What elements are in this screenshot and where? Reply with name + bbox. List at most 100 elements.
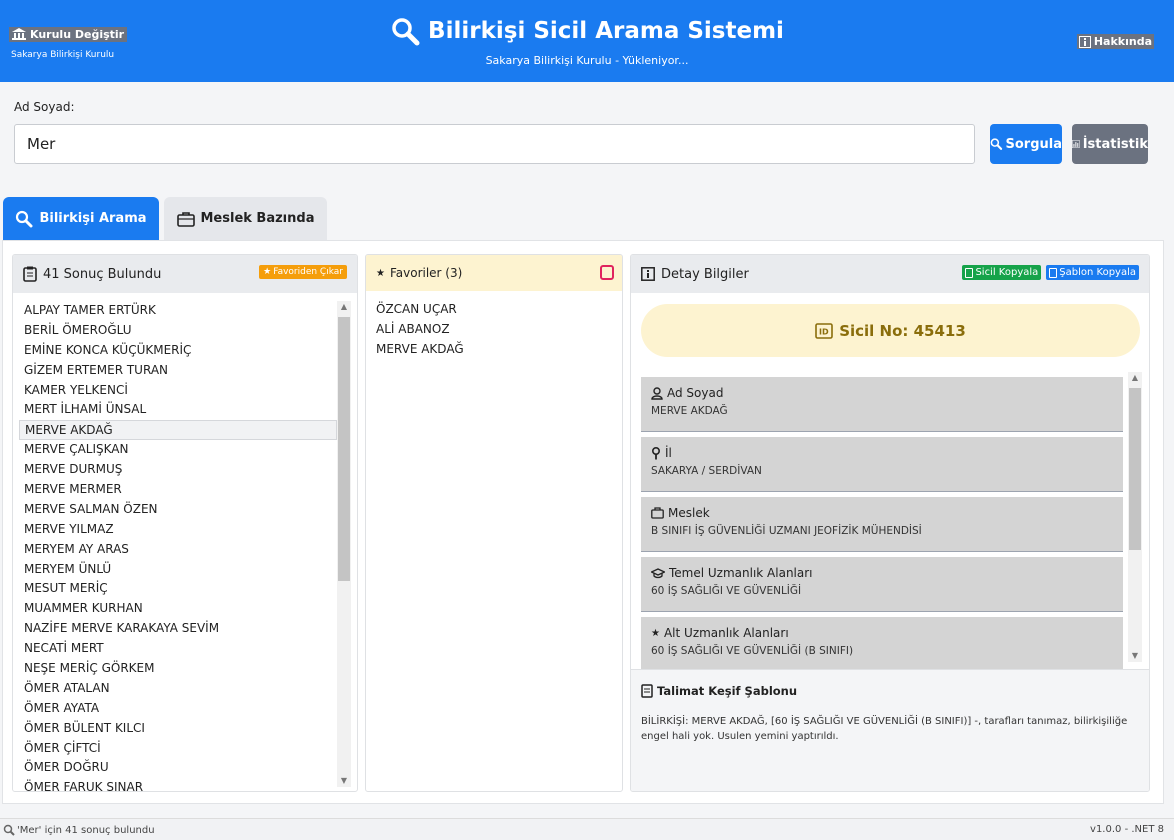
template-text[interactable]: BİLİRKİŞİ: MERVE AKDAĞ, [60 İŞ SAĞLIĞI V… <box>641 714 1141 744</box>
query-button[interactable]: Sorgula <box>990 124 1062 164</box>
detail-fields: Ad Soyad MERVE AKDAĞ İl SAKARYA / SERDİVAN M… <box>641 377 1123 677</box>
remove-favorite-label: Favoriden Çıkar <box>273 267 343 277</box>
result-list-item[interactable]: ÖMER FARUK SINAR <box>19 778 337 791</box>
results-panel: 41 Sonuç Bulundu ★ Favoriden Çıkar ALPAY… <box>12 254 358 792</box>
detail-field-card: ★ Alt Uzmanlık Alanları 60 İŞ SAĞLIĞI VE G… <box>641 617 1123 672</box>
scroll-down-icon[interactable]: ▼ <box>337 775 351 787</box>
template-section: Talimat Keşif Şablonu BİLİRKİŞİ: MERVE A… <box>631 669 1149 791</box>
about-button[interactable]: Hakkında <box>1076 34 1154 49</box>
result-list-item[interactable]: ÖMER AYATA <box>19 699 337 719</box>
detail-scroll-thumb[interactable] <box>1129 388 1141 550</box>
detail-field-label: Ad Soyad <box>667 386 724 400</box>
detail-field-value[interactable]: 60 İŞ SAĞLIĞI VE GÜVENLİĞİ (B SINIFI) <box>651 645 1113 657</box>
page-subtitle: Sakarya Bilirkişi Kurulu - Yükleniyor... <box>485 54 689 67</box>
favorites-panel: ★ Favoriler (3) ÖZCAN UÇAR ALİ ABANOZ MERV… <box>365 254 623 792</box>
briefcase-icon <box>651 507 664 519</box>
tab-label: Bilirkişi Arama <box>39 211 147 226</box>
detail-field-title: Meslek <box>651 506 1113 520</box>
favorite-list-item[interactable]: ÖZCAN UÇAR <box>376 299 464 319</box>
result-list-item[interactable]: MERVE DURMUŞ <box>19 460 337 480</box>
template-title: Talimat Keşif Şablonu <box>657 684 798 698</box>
detail-field-value[interactable]: B SINIFI İŞ GÜVENLİĞİ UZMANI JEOFİZİK MÜ… <box>651 525 1113 537</box>
result-list-item[interactable]: MERVE ÇALIŞKAN <box>19 440 337 460</box>
document-icon <box>641 684 653 698</box>
detail-scrollbar[interactable]: ▲ ▼ <box>1128 372 1142 662</box>
copy-template-button[interactable]: Şablon Kopyala <box>1046 265 1139 280</box>
star-icon: ★ <box>651 627 660 639</box>
statistics-button[interactable]: İstatistik <box>1072 124 1148 164</box>
window-edge <box>1165 82 1174 818</box>
result-list-item[interactable]: NEŞE MERİÇ GÖRKEM <box>19 659 337 679</box>
favorites-header: ★ Favoriler (3) <box>366 255 622 291</box>
page-title: Bilirkişi Sicil Arama Sistemi <box>0 16 1174 46</box>
result-list-item[interactable]: MERYEM AY ARAS <box>19 540 337 560</box>
bar-chart-icon <box>1072 140 1080 148</box>
copy-sicil-button[interactable]: Sicil Kopyala <box>962 265 1042 280</box>
result-list-item[interactable]: EMİNE KONCA KÜÇÜKMERİÇ <box>19 341 337 361</box>
detail-header: Detay Bilgiler Sicil Kopyala Şablon Kopy… <box>631 255 1149 293</box>
location-pin-icon <box>651 446 661 460</box>
result-list-item[interactable]: KAMER YELKENCİ <box>19 381 337 401</box>
result-list-item[interactable]: MESUT MERİÇ <box>19 579 337 599</box>
result-list-item[interactable]: ALPAY TAMER ERTÜRK <box>19 301 337 321</box>
detail-field-value[interactable]: MERVE AKDAĞ <box>651 405 1113 417</box>
tab-meslek-bazinda[interactable]: Meslek Bazında <box>164 197 327 240</box>
result-list-item[interactable]: MUAMMER KURHAN <box>19 599 337 619</box>
result-list-item[interactable]: ÖMER ÇİFTCİ <box>19 739 337 759</box>
results-scroll-thumb[interactable] <box>338 317 350 581</box>
results-count: 41 Sonuç Bulundu <box>43 266 162 282</box>
favorite-list-item[interactable]: ALİ ABANOZ <box>376 319 464 339</box>
detail-field-title: Temel Uzmanlık Alanları <box>651 566 1113 580</box>
search-icon <box>392 18 420 46</box>
document-icon <box>1049 267 1058 278</box>
result-list-item[interactable]: ÖMER BÜLENT KILCI <box>19 719 337 739</box>
status-message-wrap: 'Mer' için 41 sonuç bulundu <box>3 824 155 836</box>
remove-favorite-button[interactable]: ★ Favoriden Çıkar <box>259 265 347 279</box>
detail-field-label: Temel Uzmanlık Alanları <box>669 566 813 580</box>
results-header: 41 Sonuç Bulundu ★ Favoriden Çıkar <box>13 255 357 293</box>
result-list-item[interactable]: MERVE AKDAĞ <box>19 420 337 441</box>
copy-sicil-label: Sicil Kopyala <box>975 267 1039 278</box>
results-scrollbar[interactable]: ▲ ▼ <box>337 301 351 787</box>
info-icon <box>641 267 655 281</box>
star-icon: ★ <box>376 267 385 279</box>
star-icon: ★ <box>263 267 272 277</box>
result-list-item[interactable]: ÖMER ATALAN <box>19 679 337 699</box>
trash-icon[interactable] <box>600 265 614 280</box>
result-list-item[interactable]: MERVE MERMER <box>19 480 337 500</box>
result-list-item[interactable]: MERVE YILMAZ <box>19 520 337 540</box>
scroll-up-icon[interactable]: ▲ <box>1128 372 1142 384</box>
favorite-list-item[interactable]: MERVE AKDAĞ <box>376 339 464 359</box>
page-title-text: Bilirkişi Sicil Arama Sistemi <box>428 18 784 44</box>
result-list-item[interactable]: MERT İLHAMİ ÜNSAL <box>19 400 337 420</box>
result-list-item[interactable]: GİZEM ERTEMER TURAN <box>19 361 337 381</box>
tab-bilirkisi-arama[interactable]: Bilirkişi Arama <box>3 197 159 240</box>
version-label: v1.0.0 - .NET 8 <box>1090 824 1164 835</box>
briefcase-icon <box>176 211 195 227</box>
results-list: ALPAY TAMER ERTÜRK BERİL ÖMEROĞLU EMİNE KO… <box>19 301 337 791</box>
info-icon <box>1078 35 1091 48</box>
result-list-item[interactable]: MERYEM ÜNLÜ <box>19 560 337 580</box>
result-list-item[interactable]: NECATİ MERT <box>19 639 337 659</box>
detail-panel: Detay Bilgiler Sicil Kopyala Şablon Kopy… <box>630 254 1150 792</box>
app-header: Kurulu Değiştir Sakarya Bilirkişi Kurulu… <box>0 0 1174 82</box>
result-list-item[interactable]: MERVE SALMAN ÖZEN <box>19 500 337 520</box>
clipboard-icon <box>23 266 37 282</box>
result-list-item[interactable]: NAZİFE MERVE KARAKAYA SEVİM <box>19 619 337 639</box>
detail-field-card: İl SAKARYA / SERDİVAN <box>641 437 1123 492</box>
scroll-up-icon[interactable]: ▲ <box>337 301 351 313</box>
copy-template-label: Şablon Kopyala <box>1059 267 1136 278</box>
statistics-button-label: İstatistik <box>1082 136 1148 152</box>
result-list-item[interactable]: BERİL ÖMEROĞLU <box>19 321 337 341</box>
search-icon <box>3 824 15 836</box>
status-message: 'Mer' için 41 sonuç bulundu <box>17 824 155 836</box>
detail-field-title: İl <box>651 446 1113 460</box>
query-button-label: Sorgula <box>1005 136 1063 152</box>
detail-field-title: ★ Alt Uzmanlık Alanları <box>651 626 1113 640</box>
detail-field-value[interactable]: 60 İŞ SAĞLIĞI VE GÜVENLİĞİ <box>651 585 1113 597</box>
detail-field-value[interactable]: SAKARYA / SERDİVAN <box>651 465 1113 477</box>
name-search-input[interactable] <box>14 124 975 164</box>
result-list-item[interactable]: ÖMER DOĞRU <box>19 758 337 778</box>
about-label: Hakkında <box>1093 35 1152 48</box>
scroll-down-icon[interactable]: ▼ <box>1128 650 1142 662</box>
